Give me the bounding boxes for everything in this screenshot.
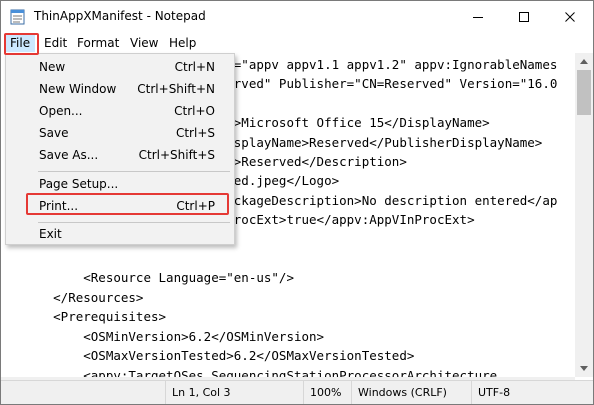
editor-line: <OSMaxVersionTested>6.2</OSMaxVersionTes… xyxy=(8,348,415,364)
editor-line: </Resources> xyxy=(8,289,144,305)
menu-separator xyxy=(38,222,230,223)
menu-item-page-setup[interactable]: Page Setup... xyxy=(7,174,233,195)
menu-bar: File Edit Format View Help xyxy=(1,33,593,53)
scroll-down-arrow-icon[interactable] xyxy=(580,366,588,371)
menu-item-label: Save xyxy=(39,126,69,140)
menu-item-shortcut: Ctrl+S xyxy=(175,126,215,140)
menu-item-shortcut: Ctrl+P xyxy=(176,199,215,213)
editor-line: <appv:TargetOSes SequencingStationProces… xyxy=(8,367,498,378)
menu-item-shortcut: Ctrl+Shift+S xyxy=(138,148,215,162)
line-ending: Windows (CRLF) xyxy=(351,381,471,404)
notepad-icon xyxy=(10,9,25,25)
menu-item-label: Exit xyxy=(39,227,62,241)
editor-line: <OSMinVersion>6.2</OSMinVersion> xyxy=(8,328,325,344)
menu-view[interactable]: View xyxy=(125,34,163,52)
menu-edit[interactable]: Edit xyxy=(39,34,72,52)
maximize-button[interactable] xyxy=(501,1,547,33)
menu-item-new-window[interactable]: New Window Ctrl+Shift+N xyxy=(7,79,233,100)
menu-separator xyxy=(38,171,230,172)
vertical-scrollbar[interactable] xyxy=(575,53,593,377)
menu-item-open[interactable]: Open... Ctrl+O xyxy=(7,101,233,122)
editor-line: <Prerequisites> xyxy=(8,309,167,325)
zoom-level: 100% xyxy=(303,381,351,404)
window-title: ThinAppXManifest - Notepad xyxy=(34,9,206,23)
cursor-position: Ln 1, Col 3 xyxy=(165,381,303,404)
minimize-button[interactable] xyxy=(455,1,501,33)
menu-item-label: Open... xyxy=(39,104,83,118)
menu-item-label: Page Setup... xyxy=(39,177,119,191)
title-bar[interactable]: ThinAppXManifest - Notepad xyxy=(1,1,593,33)
notepad-window: ThinAppXManifest - Notepad File Edit For… xyxy=(0,0,594,405)
menu-file[interactable]: File xyxy=(5,34,36,52)
menu-item-save[interactable]: Save Ctrl+S xyxy=(7,123,233,144)
menu-item-shortcut: Ctrl+Shift+N xyxy=(137,82,215,96)
menu-help[interactable]: Help xyxy=(164,34,201,52)
menu-item-save-as[interactable]: Save As... Ctrl+Shift+S xyxy=(7,145,233,166)
scrollbar-thumb[interactable] xyxy=(577,70,591,115)
encoding: UTF-8 xyxy=(471,381,593,404)
menu-item-label: Print... xyxy=(39,199,79,213)
status-bar: Ln 1, Col 3 100% Windows (CRLF) UTF-8 xyxy=(1,380,593,404)
menu-item-exit[interactable]: Exit xyxy=(7,224,233,245)
scroll-up-arrow-icon[interactable] xyxy=(580,59,588,64)
editor-line: <Resource Language="en-us"/> xyxy=(8,270,294,286)
close-icon xyxy=(565,12,575,22)
menu-item-label: New Window xyxy=(39,82,117,96)
menu-format[interactable]: Format xyxy=(72,34,124,52)
close-button[interactable] xyxy=(547,1,593,33)
minimize-icon xyxy=(473,17,483,18)
menu-item-new[interactable]: New Ctrl+N xyxy=(7,57,233,78)
maximize-icon xyxy=(519,12,529,22)
menu-item-label: New xyxy=(39,60,66,74)
menu-item-print[interactable]: Print... Ctrl+P xyxy=(7,196,233,217)
file-menu-dropdown: New Ctrl+N New Window Ctrl+Shift+N Open.… xyxy=(5,53,235,245)
menu-item-shortcut: Ctrl+O xyxy=(174,104,215,118)
menu-item-label: Save As... xyxy=(39,148,99,162)
menu-item-shortcut: Ctrl+N xyxy=(174,60,215,74)
